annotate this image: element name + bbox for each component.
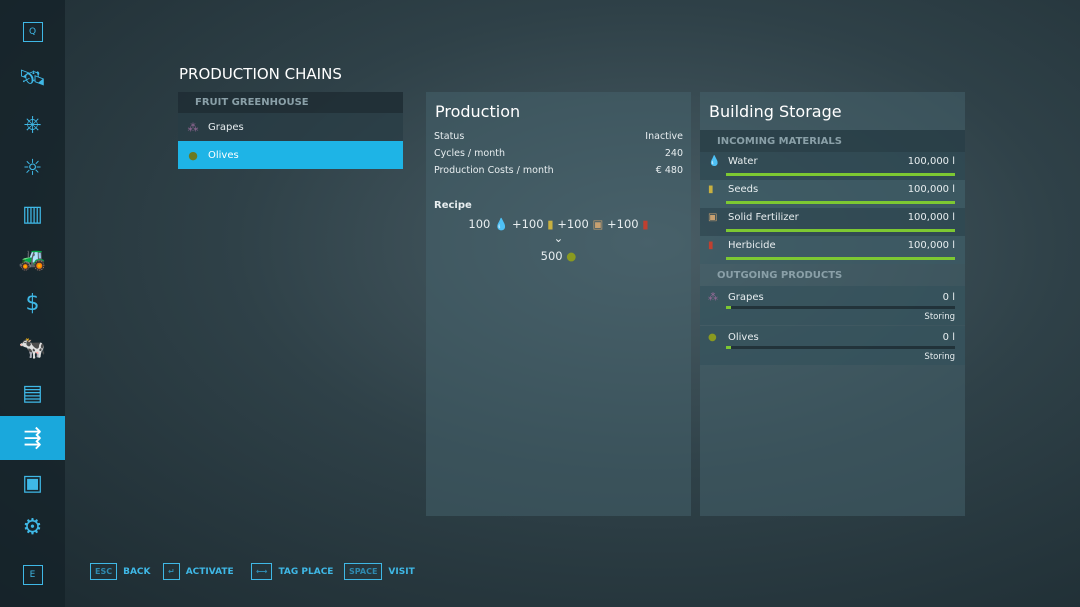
chain-item-grapes[interactable]: ⁂ Grapes (178, 113, 403, 141)
fill-bar (726, 257, 955, 260)
recipe-inputs: 100 💧 +100 ▮ +100 ▣ +100 ▮ (468, 217, 649, 231)
fill-bar (726, 173, 955, 176)
building-storage-panel: Building Storage INCOMING MATERIALS 💧 Wat… (700, 92, 965, 516)
cow-icon[interactable]: 🐄 (0, 326, 65, 370)
back-button[interactable]: ESC BACK (90, 563, 151, 580)
seeds-icon: ▮ (708, 184, 714, 195)
sidebar: Q 🛰 ⎈ ☼ ▥ 🚜 $ 🐄 ▤ ⇶ ▣ ⚙ E (0, 0, 65, 607)
stats-icon[interactable]: ▥ (0, 192, 65, 236)
recipe-output: 500 ● (540, 249, 577, 263)
next-tab-key[interactable]: E (0, 553, 65, 597)
storage-title: Building Storage (709, 102, 842, 121)
olives-icon: ● (566, 249, 577, 263)
weather-icon[interactable]: ☼ (0, 146, 65, 190)
settings-icon[interactable]: ⚙ (0, 505, 65, 549)
cycles-row: Cycles / month 240 (434, 148, 683, 159)
storage-row-incoming: ▮ Herbicide 100,000 l (700, 236, 965, 264)
chain-item-olives[interactable]: ● Olives (178, 141, 403, 169)
production-icon[interactable]: ⇶ (0, 416, 65, 460)
olives-icon: ● (708, 332, 717, 343)
fill-bar (726, 229, 955, 232)
help-icon[interactable]: ▣ (0, 461, 65, 505)
water-icon: 💧 (494, 217, 509, 231)
seeds-icon: ▮ (547, 217, 554, 231)
tag-place-button[interactable]: ⟷ TAG PLACE (251, 563, 333, 580)
contracts-icon[interactable]: ▤ (0, 371, 65, 415)
production-panel: Production Status Inactive Cycles / month… (426, 92, 691, 516)
incoming-header: INCOMING MATERIALS (700, 130, 965, 152)
fill-bar (726, 306, 955, 309)
grapes-icon: ⁂ (187, 120, 199, 134)
chevron-down-icon: ⌄ (553, 231, 564, 245)
steering-wheel-icon[interactable]: ⎈ (0, 102, 65, 146)
herbicide-icon: ▮ (708, 240, 714, 251)
storage-row-incoming: 💧 Water 100,000 l (700, 152, 965, 180)
storage-row-outgoing: ● Olives 0 l Storing (700, 326, 965, 365)
water-icon: 💧 (708, 156, 721, 167)
storage-row-outgoing: ⁂ Grapes 0 l Storing (700, 286, 965, 325)
fill-bar (726, 201, 955, 204)
outgoing-header: OUTGOING PRODUCTS (717, 270, 843, 281)
fill-bar (726, 346, 955, 349)
storage-row-incoming: ▮ Seeds 100,000 l (700, 180, 965, 208)
tractor-icon[interactable]: 🚜 (0, 237, 65, 281)
fertilizer-icon: ▣ (592, 217, 604, 231)
chain-header: FRUIT GREENHOUSE (178, 92, 403, 113)
herbicide-icon: ▮ (642, 217, 649, 231)
recipe-label: Recipe (434, 200, 472, 211)
costs-row: Production Costs / month € 480 (434, 165, 683, 176)
visit-button[interactable]: SPACE VISIT (344, 563, 415, 580)
production-chain-list: FRUIT GREENHOUSE ⁂ Grapes ● Olives (178, 92, 403, 169)
production-title: Production (435, 102, 521, 121)
status-row: Status Inactive (434, 131, 683, 142)
map-icon[interactable]: 🛰 (0, 56, 65, 100)
grapes-icon: ⁂ (708, 292, 718, 303)
fertilizer-icon: ▣ (708, 212, 718, 223)
money-icon[interactable]: $ (0, 281, 65, 325)
activate-button[interactable]: ↵ ACTIVATE (163, 563, 234, 580)
page-title: PRODUCTION CHAINS (179, 65, 342, 83)
storage-row-incoming: ▣ Solid Fertilizer 100,000 l (700, 208, 965, 236)
olives-icon: ● (188, 148, 198, 162)
prev-tab-key[interactable]: Q (0, 10, 65, 54)
